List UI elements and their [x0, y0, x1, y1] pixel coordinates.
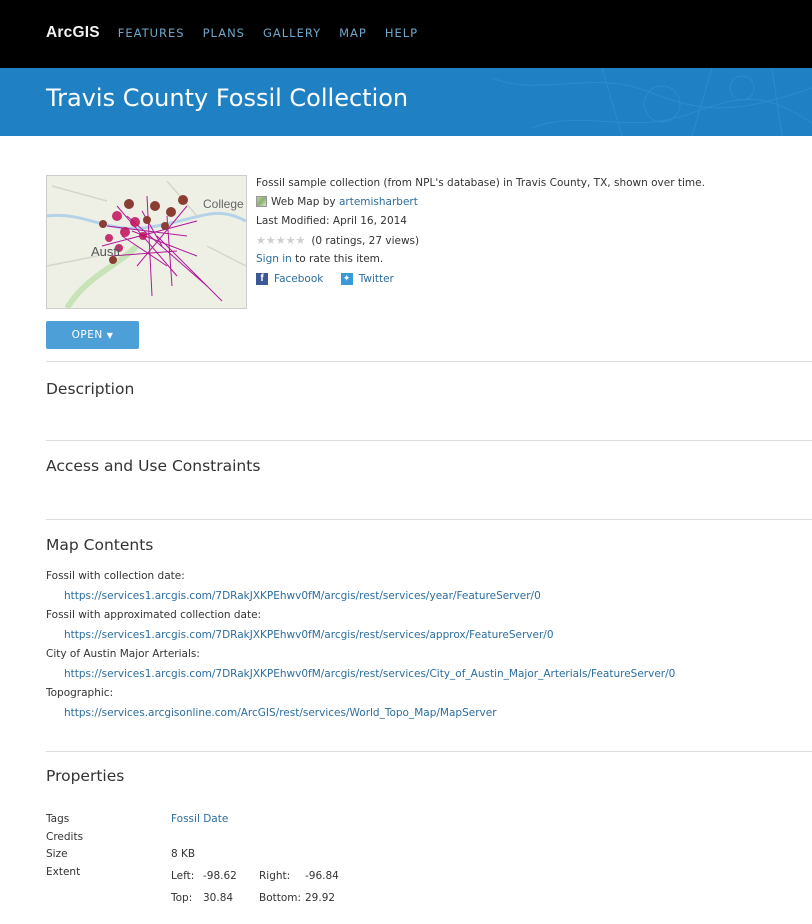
- chevron-down-icon: ▼: [106, 331, 114, 340]
- extent-bottom-label: Bottom:: [259, 892, 302, 904]
- layer-name: Fossil with approximated collection date…: [46, 609, 262, 621]
- layer-name: City of Austin Major Arterials:: [46, 648, 200, 660]
- divider: [46, 519, 812, 520]
- facebook-share-button[interactable]: f Facebook: [256, 273, 323, 286]
- description-heading: Description: [46, 380, 135, 398]
- properties-heading: Properties: [46, 767, 125, 785]
- owner-link[interactable]: artemisharbert: [339, 196, 418, 208]
- tag-link-fossil-date[interactable]: Fossil Date: [171, 812, 228, 830]
- title-banner: Travis County Fossil Collection: [0, 68, 812, 136]
- layer-name: Topographic:: [46, 687, 114, 699]
- rate-hint: to rate this item.: [291, 253, 384, 265]
- properties-table: Tags Fossil Date Credits Size 8 KB Exten…: [46, 812, 339, 904]
- extent-bottom-value: 29.92: [305, 892, 336, 904]
- map-contents-heading: Map Contents: [46, 536, 154, 554]
- page-title: Travis County Fossil Collection: [46, 84, 409, 112]
- arcgis-logo[interactable]: ArcGIS: [46, 24, 100, 42]
- credits-row: Credits: [46, 830, 228, 848]
- size-value: 8 KB: [171, 848, 196, 860]
- share-line: f Facebook ✦ Twitter: [256, 272, 705, 291]
- layer-url-link[interactable]: https://services.arcgisonline.com/ArcGIS…: [46, 706, 675, 726]
- extent-row-tb: Top: 30.84 Bottom: 29.92: [171, 891, 339, 913]
- top-nav-bar: ArcGIS FEATURES PLANS GALLERY MAP HELP: [0, 0, 812, 68]
- open-button-label: OPEN: [71, 329, 103, 341]
- layer-url-link[interactable]: https://services1.arcgis.com/7DRakJXKPEh…: [46, 589, 675, 609]
- twitter-share-button[interactable]: ✦ Twitter: [340, 272, 394, 286]
- nav-map[interactable]: MAP: [339, 26, 367, 40]
- layer-url-link[interactable]: https://services1.arcgis.com/7DRakJXKPEh…: [46, 667, 675, 687]
- item-details-page: College Austi Fossil sample collection (…: [0, 136, 812, 924]
- nav-help[interactable]: HELP: [385, 26, 418, 40]
- item-type-label: Web Map by: [271, 196, 339, 208]
- extent-top-label: Top:: [171, 892, 193, 904]
- extent-values: Left: -98.62 Right: -96.84 Top: 30.84 Bo…: [171, 869, 339, 913]
- extent-top-value: 30.84: [203, 892, 234, 904]
- last-modified: Last Modified: April 16, 2014: [256, 215, 407, 227]
- extent-left-label: Left:: [171, 870, 195, 882]
- item-summary: Fossil sample collection (from NPL's dat…: [256, 177, 705, 291]
- sign-in-link[interactable]: Sign in: [256, 253, 292, 265]
- size-label: Size: [46, 848, 68, 860]
- rating-line: ★★★★★ (0 ratings, 27 views): [256, 234, 705, 253]
- divider: [46, 361, 812, 362]
- nav-plans[interactable]: PLANS: [203, 26, 245, 40]
- twitter-label: Twitter: [358, 272, 394, 285]
- extent-row-lr: Left: -98.62 Right: -96.84: [171, 869, 339, 891]
- nav-features[interactable]: FEATURES: [118, 26, 185, 40]
- extent-right-label: Right:: [259, 870, 291, 882]
- open-button[interactable]: OPEN ▼: [46, 321, 139, 349]
- divider: [46, 440, 812, 441]
- item-type-line: Web Map by artemisharbert: [256, 196, 705, 215]
- tags-label: Tags: [46, 813, 70, 825]
- sign-in-line: Sign in to rate this item.: [256, 253, 705, 272]
- web-map-icon: [256, 196, 267, 207]
- layer-name: Fossil with collection date:: [46, 570, 185, 582]
- divider: [46, 751, 812, 752]
- main-nav: ArcGIS FEATURES PLANS GALLERY MAP HELP: [46, 24, 436, 42]
- nav-gallery[interactable]: GALLERY: [263, 26, 321, 40]
- thumb-label-austin: Austi: [91, 244, 120, 259]
- access-constraints-heading: Access and Use Constraints: [46, 457, 261, 475]
- extent-label: Extent: [46, 865, 81, 878]
- banner-map-pattern: [491, 68, 812, 136]
- size-row: Size 8 KB: [46, 847, 228, 865]
- item-description-snippet: Fossil sample collection (from NPL's dat…: [256, 177, 705, 189]
- credits-label: Credits: [46, 830, 84, 843]
- map-thumbnail[interactable]: College Austi: [46, 175, 247, 309]
- layer-url-link[interactable]: https://services1.arcgis.com/7DRakJXKPEh…: [46, 628, 675, 648]
- rating-stars-icon: ★★★★★: [256, 234, 306, 247]
- rating-text: (0 ratings, 27 views): [311, 235, 420, 247]
- facebook-label: Facebook: [274, 272, 324, 285]
- extent-right-value: -96.84: [305, 870, 339, 882]
- tags-row: Tags Fossil Date: [46, 812, 228, 830]
- map-contents-list: Fossil with collection date: https://ser…: [46, 569, 675, 725]
- twitter-icon: ✦: [340, 273, 353, 285]
- facebook-icon: f: [256, 273, 268, 285]
- extent-left-value: -98.62: [203, 870, 237, 882]
- thumb-label-college: College: [203, 197, 244, 211]
